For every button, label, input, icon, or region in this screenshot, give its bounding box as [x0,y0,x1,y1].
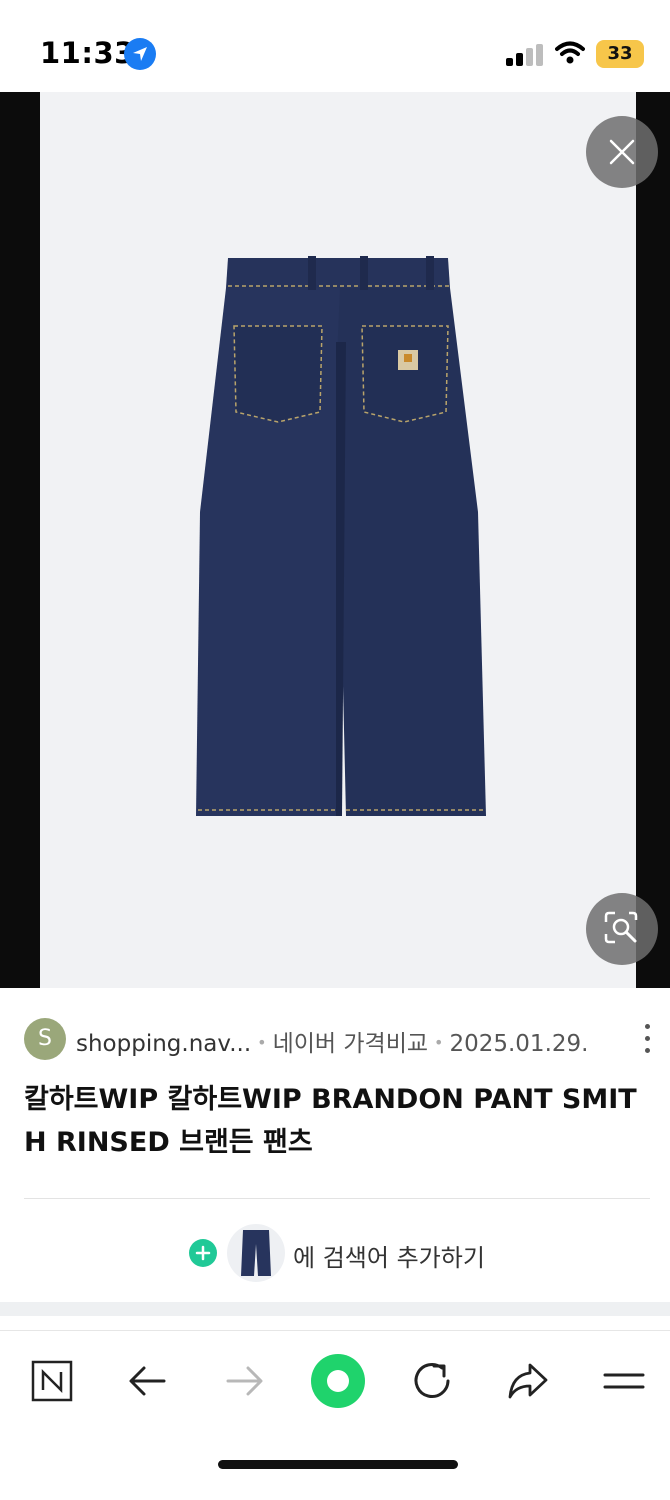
source-avatar: S [24,1018,66,1060]
source-site[interactable]: shopping.nav... [76,1031,251,1057]
wifi-icon [555,40,585,70]
status-bar: 11:33 33 [0,0,670,92]
add-search-term-label: 에 검색어 추가하기 [293,1244,485,1272]
menu-button[interactable] [596,1353,652,1409]
naver-home-icon [31,1360,73,1402]
plus-icon [189,1239,217,1267]
close-icon [609,139,635,165]
reload-icon [414,1363,450,1398]
menu-icon [603,1373,645,1389]
separator-dot: • [257,1033,267,1052]
reload-button[interactable] [404,1353,460,1409]
green-dot-button[interactable] [308,1351,368,1411]
status-time: 11:33 [40,36,135,70]
add-search-term-row[interactable]: 에 검색어 추가하기 [0,1222,670,1284]
product-thumbnail [227,1224,285,1282]
section-gap [0,1302,670,1316]
naver-home-button[interactable] [24,1353,80,1409]
image-search-icon [604,911,638,944]
location-arrow-icon [124,38,156,70]
source-date: 2025.01.29. [449,1031,589,1057]
forward-arrow-icon [226,1366,263,1396]
source-meta: shopping.nav... • 네이버 가격비교 • 2025.01.29. [76,1024,588,1058]
share-button[interactable] [500,1353,556,1409]
back-arrow-icon [129,1366,166,1396]
product-image[interactable] [40,92,636,988]
cellular-signal-icon [506,44,544,66]
image-search-button[interactable] [586,893,658,965]
pants-image [196,256,486,816]
bottom-toolbar [0,1330,670,1500]
battery-indicator: 33 [596,40,644,68]
divider [24,1198,650,1199]
source-service: 네이버 가격비교 [272,1031,429,1057]
source-row[interactable]: S shopping.nav... • 네이버 가격비교 • 2025.01.29. [24,1016,660,1062]
separator-dot: • [434,1033,444,1052]
green-dot-icon [311,1354,365,1408]
product-title[interactable]: 칼하트WIP 칼하트WIP BRANDON PANT SMITH RINSED … [24,1078,648,1164]
image-viewer [0,92,670,988]
close-button[interactable] [586,116,658,188]
back-button[interactable] [120,1353,176,1409]
more-options-icon[interactable] [642,1024,652,1054]
forward-button[interactable] [216,1353,272,1409]
home-indicator[interactable] [218,1460,458,1469]
share-icon [508,1363,548,1399]
